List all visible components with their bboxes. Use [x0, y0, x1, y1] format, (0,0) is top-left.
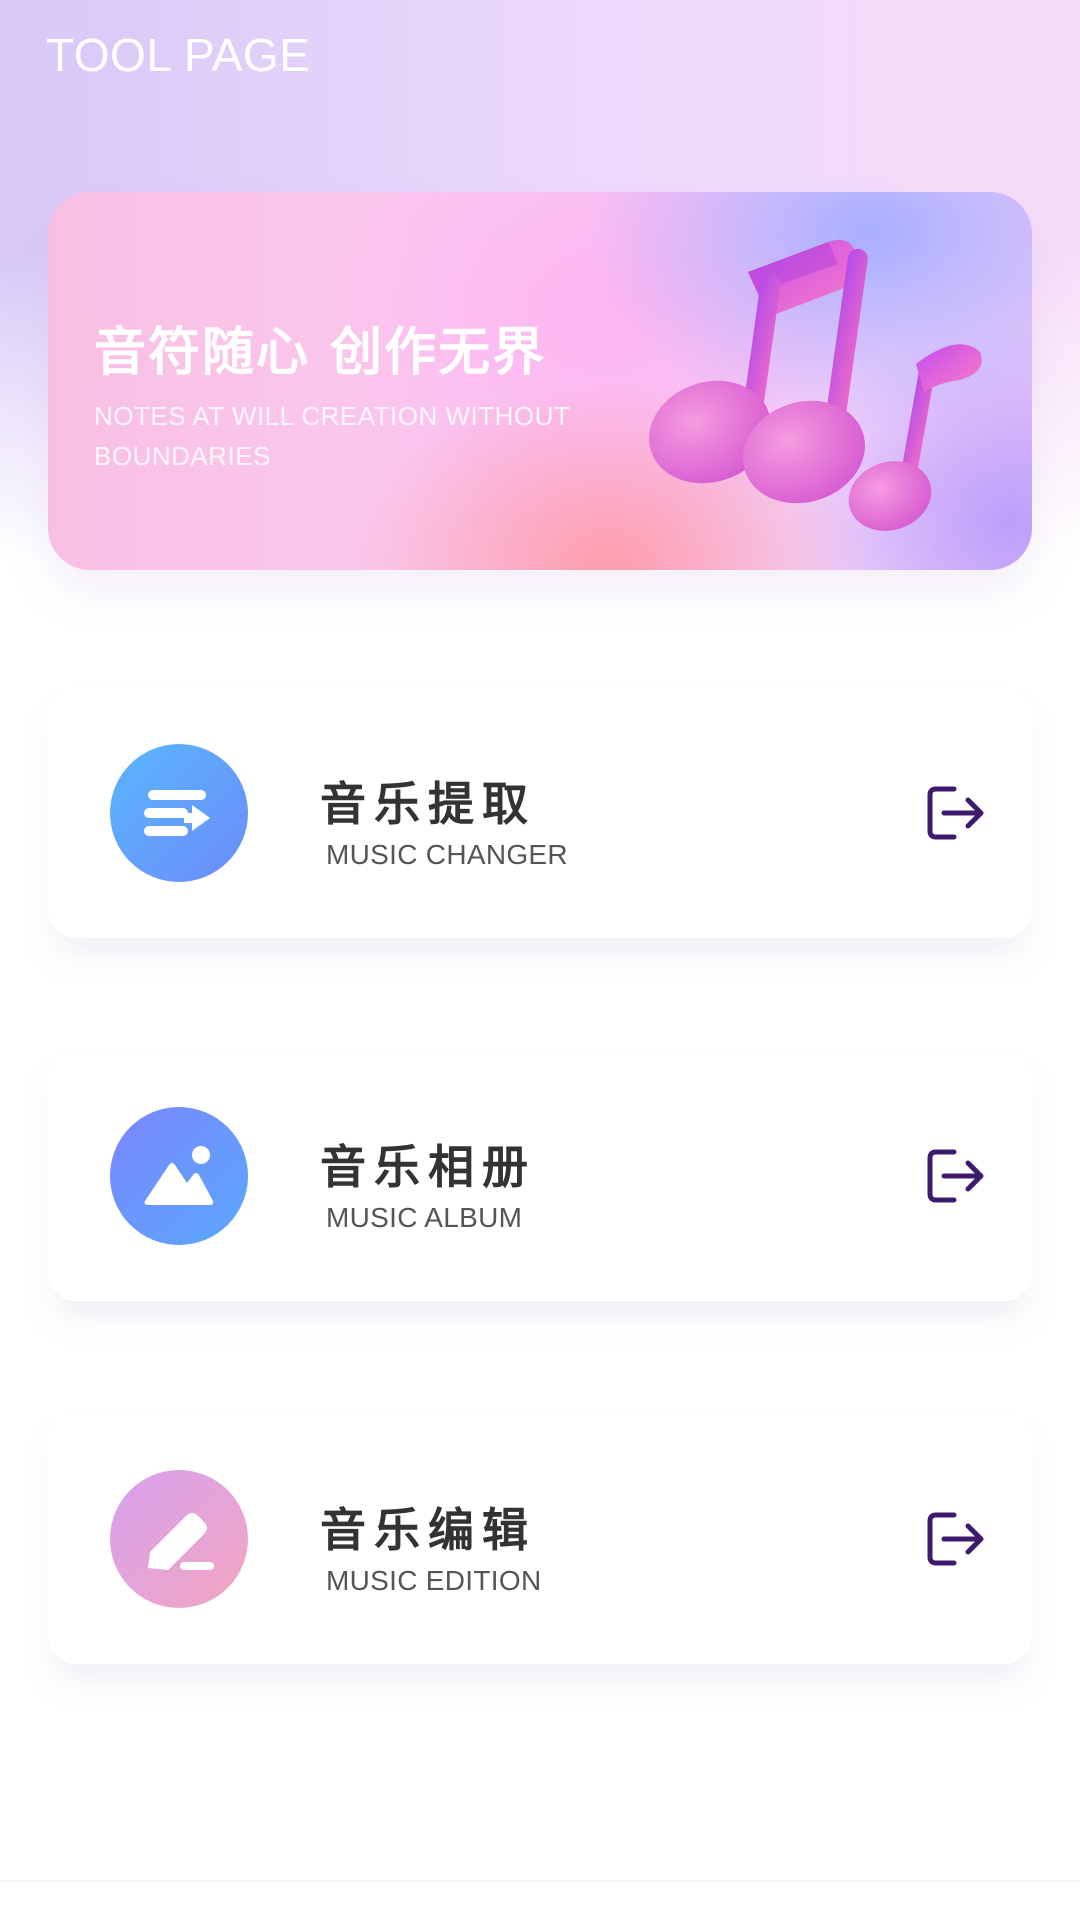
tool-title: 音乐提取 — [320, 777, 536, 831]
tool-title: 音乐相册 — [320, 1140, 536, 1194]
bottom-divider — [0, 1880, 1080, 1882]
pencil-icon — [110, 1470, 248, 1608]
tool-subtitle: MUSIC EDITION — [326, 1565, 542, 1596]
tool-title: 音乐编辑 — [320, 1503, 536, 1557]
tool-card-music-changer[interactable]: 音乐提取 MUSIC CHANGER — [48, 688, 1032, 938]
tool-card-music-album[interactable]: 音乐相册 MUSIC ALBUM — [48, 1051, 1032, 1301]
banner-subtitle: NOTES AT WILL CREATION WITHOUT BOUNDARIE… — [94, 401, 570, 471]
list-extract-icon — [110, 744, 248, 882]
page-title: TOOL PAGE — [46, 29, 311, 81]
exit-arrow-icon[interactable] — [918, 776, 992, 850]
exit-arrow-icon[interactable] — [918, 1139, 992, 1213]
picture-icon — [110, 1107, 248, 1245]
tool-subtitle: MUSIC CHANGER — [326, 839, 568, 870]
exit-arrow-icon[interactable] — [918, 1502, 992, 1576]
music-notes-icon — [649, 239, 982, 531]
banner-title: 音符随心 创作无界 — [94, 323, 547, 383]
promo-banner[interactable]: 音符随心 创作无界 NOTES AT WILL CREATION WITHOUT… — [48, 192, 1032, 570]
tool-subtitle: MUSIC ALBUM — [326, 1202, 523, 1233]
tool-card-music-edition[interactable]: 音乐编辑 MUSIC EDITION — [48, 1414, 1032, 1664]
